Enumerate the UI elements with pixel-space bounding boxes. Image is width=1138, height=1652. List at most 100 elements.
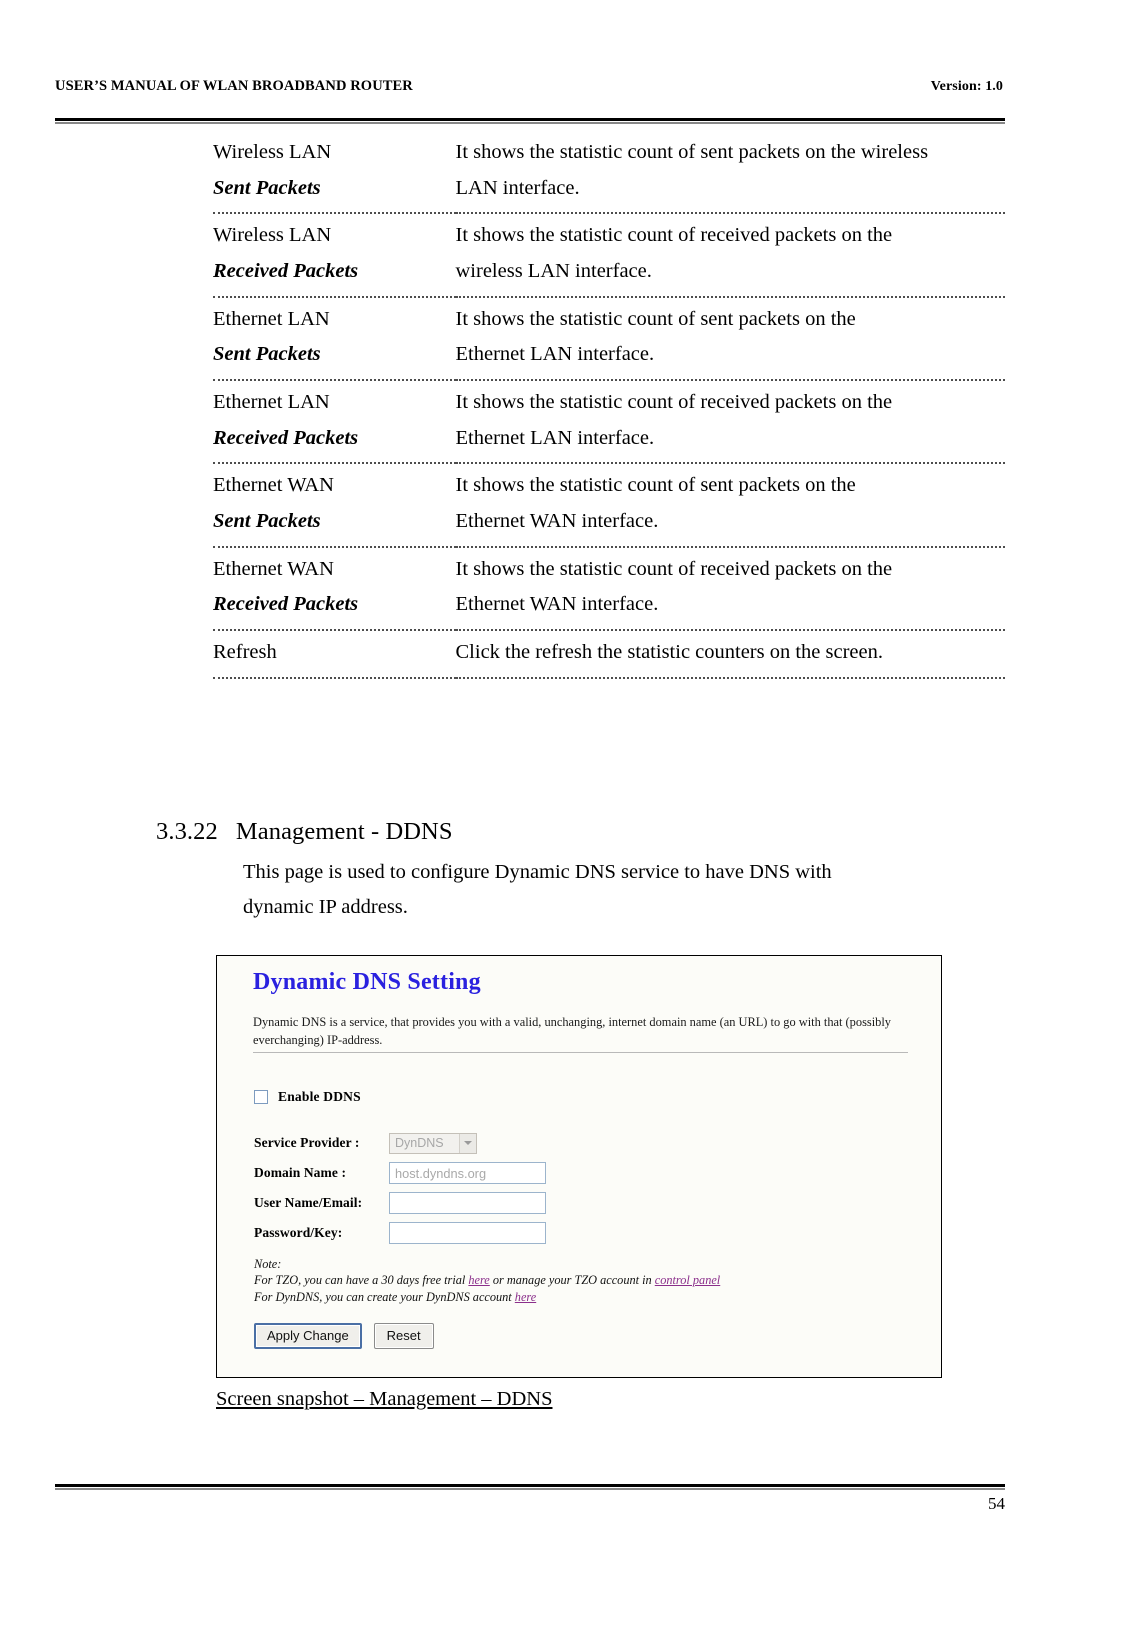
note-link-tzo-trial[interactable]: here [468,1273,489,1287]
ddns-panel-description: Dynamic DNS is a service, that provides … [253,1015,891,1047]
term-line-2: Sent Packets [213,509,321,532]
table-row: Ethernet LAN Received Packets It shows t… [213,379,1005,465]
page-number: 54 [988,1494,1005,1513]
term-line-2: Received Packets [213,259,359,282]
note-line-2: For DynDNS, you can create your DynDNS a… [254,1289,914,1305]
term-line-1: Ethernet LAN [213,307,330,330]
term-line-1: Ethernet WAN [213,557,334,580]
desc-line-2: LAN interface. [455,176,580,199]
section-body: This page is used to configure Dynamic D… [243,855,943,926]
enable-ddns-label: Enable DDNS [278,1089,361,1104]
table-cell-description: It shows the statistic count of sent pac… [455,463,1005,548]
desc-line-1: It shows the statistic count of received… [455,557,893,580]
domain-name-row: Domain Name : host.dyndns.org [254,1158,774,1188]
domain-name-input[interactable]: host.dyndns.org [389,1162,546,1184]
domain-name-value: host.dyndns.org [395,1165,487,1181]
table-cell-term: Ethernet LAN Received Packets [213,379,456,465]
page-header: USER’S MANUAL OF WLAN BROADBAND ROUTER V… [55,78,1003,95]
ddns-form: Service Provider : DynDNS Domain Name : … [254,1128,774,1248]
table-cell-description: It shows the statistic count of received… [455,379,1005,465]
table-cell-description: It shows the statistic count of sent pac… [455,131,1005,215]
section-title: Management - DDNS [235,818,453,845]
desc-line-2: wireless LAN interface. [455,259,652,282]
ddns-panel-title: Dynamic DNS Setting [253,969,481,995]
header-version: Version: 1.0 [930,79,1003,94]
footer-divider [55,1484,1005,1490]
password-input[interactable] [389,1222,546,1244]
note-line-1: For TZO, you can have a 30 days free tri… [254,1272,914,1288]
note-line-1-text-a: For TZO, you can have a 30 days free tri… [254,1273,469,1288]
panel-separator [253,1052,908,1053]
domain-name-label: Domain Name : [254,1165,347,1180]
chevron-down-glyph [464,1141,472,1145]
reset-button[interactable]: Reset [373,1323,434,1349]
table-cell-description: It shows the statistic count of received… [455,213,1005,298]
table-cell-term: Ethernet WAN Sent Packets [213,463,456,548]
term-line-1: Ethernet WAN [213,474,334,497]
desc-line-2: Ethernet LAN interface. [455,343,655,366]
enable-ddns-row[interactable]: Enable DDNS [254,1089,361,1105]
user-name-label: User Name/Email: [254,1195,363,1210]
term-line-1: Wireless LAN [213,224,332,247]
table-body: Wireless LAN Sent Packets It shows the s… [213,131,1005,679]
table-cell-term: Ethernet LAN Sent Packets [213,296,456,381]
router-ddns-screenshot: Dynamic DNS Setting Dynamic DNS is a ser… [216,955,942,1378]
password-row: Password/Key: [254,1218,774,1248]
figure-caption: Screen snapshot – Management – DDNS [216,1388,553,1410]
desc-line-1: It shows the statistic count of received… [455,224,893,247]
section-body-line-1: This page is used to configure Dynamic D… [243,861,832,883]
header-divider [55,118,1005,124]
desc-line-1: It shows the statistic count of sent pac… [455,141,929,163]
table-row: Ethernet LAN Sent Packets It shows the s… [213,296,1005,381]
user-name-row: User Name/Email: [254,1188,774,1218]
note-heading: Note: [254,1257,282,1271]
term-line-1: Ethernet LAN [213,390,330,413]
term-line-1: Refresh [213,640,277,663]
password-label: Password/Key: [254,1225,343,1240]
service-provider-value: DynDNS [395,1136,444,1150]
ddns-button-row: Apply Change Reset [254,1323,434,1349]
section-heading: 3.3.22 Management - DDNS [156,818,453,846]
table-row: Wireless LAN Sent Packets It shows the s… [213,131,1005,215]
term-line-2: Received Packets [213,593,359,616]
table-row: Refresh Click the refresh the statistic … [213,629,1005,679]
desc-line-2: Ethernet LAN interface. [455,426,655,449]
desc-line-1: It shows the statistic count of sent pac… [455,474,856,497]
table-cell-description: Click the refresh the statistic counters… [455,629,1005,679]
apply-change-button[interactable]: Apply Change [254,1323,362,1349]
term-line-2: Sent Packets [213,343,321,366]
service-provider-select[interactable]: DynDNS [389,1132,477,1154]
table-cell-description: It shows the statistic count of sent pac… [455,296,1005,381]
enable-ddns-checkbox[interactable] [254,1090,268,1104]
ddns-note: Note: For TZO, you can have a 30 days fr… [254,1256,914,1305]
table-row: Wireless LAN Received Packets It shows t… [213,213,1005,298]
term-line-2: Received Packets [213,426,359,449]
desc-line-1: Click the refresh the statistic counters… [455,640,884,663]
table-row: Ethernet WAN Received Packets It shows t… [213,546,1005,631]
section-body-line-2: dynamic IP address. [243,896,408,919]
table-cell-term: Wireless LAN Sent Packets [213,131,456,215]
term-line-1: Wireless LAN [213,141,332,163]
note-line-1-text-b: or manage your TZO account in [489,1273,655,1288]
service-provider-label: Service Provider : [254,1135,360,1150]
table-cell-term: Refresh [213,629,456,679]
desc-line-1: It shows the statistic count of sent pac… [455,307,856,330]
table-cell-description: It shows the statistic count of received… [455,546,1005,631]
section-number: 3.3.22 [156,818,218,845]
note-link-control-panel[interactable]: control panel [655,1273,720,1287]
service-provider-row: Service Provider : DynDNS [254,1128,774,1158]
user-name-input[interactable] [389,1192,546,1214]
statistics-description-table: Wireless LAN Sent Packets It shows the s… [213,131,1005,679]
desc-line-2: Ethernet WAN interface. [455,509,659,532]
chevron-down-icon[interactable] [459,1133,476,1153]
desc-line-1: It shows the statistic count of received… [455,390,893,413]
table-cell-term: Ethernet WAN Received Packets [213,546,456,631]
header-title: USER’S MANUAL OF WLAN BROADBAND ROUTER [55,78,413,94]
note-link-dyndns-account[interactable]: here [515,1290,536,1304]
desc-line-2: Ethernet WAN interface. [455,593,659,616]
table-cell-term: Wireless LAN Received Packets [213,213,456,298]
table-row: Ethernet WAN Sent Packets It shows the s… [213,463,1005,548]
note-line-2-text-a: For DynDNS, you can create your DynDNS a… [254,1289,515,1304]
term-line-2: Sent Packets [213,176,321,199]
document-page: USER’S MANUAL OF WLAN BROADBAND ROUTER V… [0,0,1138,1652]
